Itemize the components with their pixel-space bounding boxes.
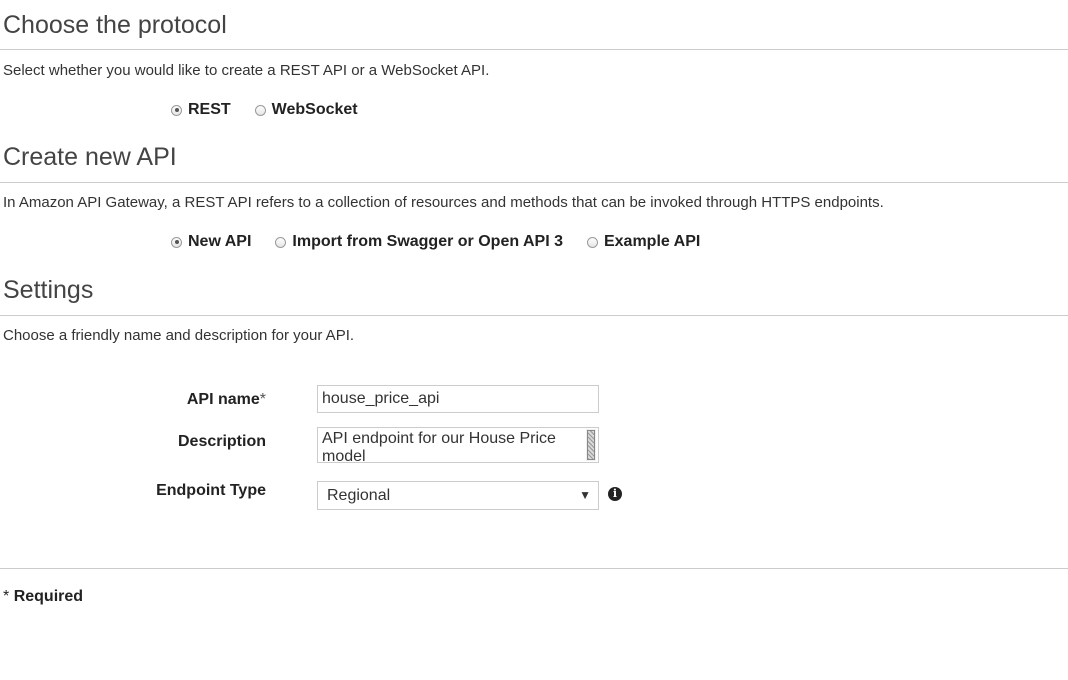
radio-new-api-indicator[interactable] xyxy=(171,236,182,248)
create-api-description: In Amazon API Gateway, a REST API refers… xyxy=(3,194,884,211)
required-note: * Required xyxy=(3,588,83,606)
endpoint-type-value: Regional xyxy=(327,487,391,504)
footer-divider xyxy=(0,568,1068,569)
endpoint-type-label: Endpoint Type xyxy=(156,482,266,499)
radio-websocket-indicator[interactable] xyxy=(254,104,266,116)
protocol-title: Choose the protocol xyxy=(3,11,227,39)
description-textarea[interactable]: API endpoint for our House Price model xyxy=(317,427,599,463)
description-scroll-thumb[interactable] xyxy=(587,430,595,460)
radio-rest[interactable]: REST xyxy=(171,101,231,119)
radio-rest-indicator[interactable] xyxy=(171,104,182,116)
required-asterisk: * xyxy=(259,391,266,408)
description-scrollbar[interactable] xyxy=(586,429,596,461)
protocol-description: Select whether you would like to create … xyxy=(3,62,490,79)
radio-example-api-indicator[interactable] xyxy=(586,236,598,248)
endpoint-type-select[interactable]: Regional ▼ xyxy=(317,481,599,510)
radio-example-api-label: Example API xyxy=(603,233,701,250)
radio-new-api[interactable]: New API xyxy=(171,233,251,251)
radio-websocket-label: WebSocket xyxy=(271,101,358,118)
settings-title: Settings xyxy=(3,276,94,304)
radio-example-api[interactable]: Example API xyxy=(586,233,701,251)
settings-description: Choose a friendly name and description f… xyxy=(3,327,355,344)
radio-import-swagger-label: Import from Swagger or Open API 3 xyxy=(292,233,563,250)
info-icon[interactable]: i xyxy=(608,487,622,501)
protocol-divider xyxy=(0,49,1068,50)
chevron-down-icon: ▼ xyxy=(579,488,591,502)
required-note-text: Required xyxy=(13,588,84,605)
create-api-divider xyxy=(0,182,1068,183)
radio-new-api-label: New API xyxy=(188,233,252,250)
description-label: Description xyxy=(177,433,266,450)
radio-websocket[interactable]: WebSocket xyxy=(254,101,358,119)
radio-import-swagger-indicator[interactable] xyxy=(275,236,287,248)
api-name-label: API name* xyxy=(66,391,266,409)
create-api-radio-group: New API Import from Swagger or Open API … xyxy=(171,232,724,252)
radio-import-swagger[interactable]: Import from Swagger or Open API 3 xyxy=(275,233,563,251)
description-textarea-value: API endpoint for our House Price model xyxy=(322,430,556,463)
create-api-title: Create new API xyxy=(3,143,177,171)
api-name-label-text: API name xyxy=(186,391,260,408)
protocol-radio-group: REST WebSocket xyxy=(171,100,382,120)
settings-divider xyxy=(0,315,1068,316)
api-name-input[interactable] xyxy=(317,385,599,413)
required-note-asterisk: * xyxy=(3,588,10,605)
radio-rest-label: REST xyxy=(188,101,231,118)
